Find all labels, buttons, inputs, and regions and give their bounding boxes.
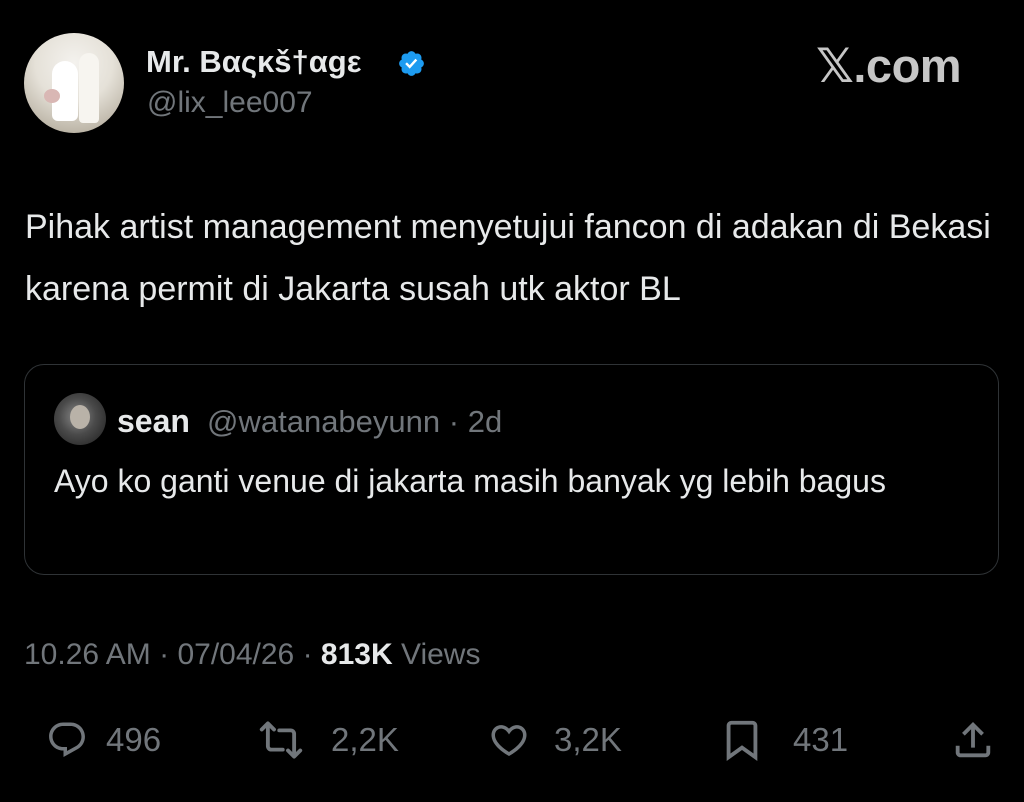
author-avatar[interactable] xyxy=(24,33,124,133)
tweet-meta: 10.26 AM · 07/04/26 · 813K Views xyxy=(24,638,480,672)
quoted-author-handle[interactable]: @watanabeyunn xyxy=(207,404,440,439)
site-watermark: 𝕏.com xyxy=(816,39,962,92)
like-icon xyxy=(491,725,527,757)
views-label: Views xyxy=(400,638,481,671)
tweet-date[interactable]: 07/04/26 xyxy=(177,638,294,671)
share-button[interactable] xyxy=(950,715,996,765)
meta-separator: · xyxy=(448,404,460,439)
repost-count: 2,2K xyxy=(331,721,399,758)
reply-button[interactable]: 496 xyxy=(46,715,161,765)
reply-count: 496 xyxy=(106,721,162,758)
reply-icon xyxy=(49,722,85,757)
bookmark-icon xyxy=(726,720,758,761)
meta-separator: · xyxy=(159,638,170,671)
like-count: 3,2K xyxy=(554,721,622,758)
verified-badge-icon xyxy=(399,51,424,76)
quoted-author-avatar[interactable] xyxy=(54,393,106,445)
repost-button[interactable]: 2,2K xyxy=(251,715,399,765)
bookmark-button[interactable]: 431 xyxy=(719,715,848,765)
bookmark-count: 431 xyxy=(793,721,849,758)
views-count: 813K xyxy=(320,638,393,671)
tweet-text: Pihak artist management menyetujui fanco… xyxy=(25,208,991,308)
quoted-tweet-age: 2d xyxy=(467,404,503,439)
repost-icon xyxy=(259,721,303,759)
like-button[interactable]: 3,2K xyxy=(486,715,622,765)
quoted-author-name[interactable]: sean xyxy=(117,403,190,440)
author-handle[interactable]: @lix_lee007 xyxy=(147,86,313,120)
meta-separator: · xyxy=(302,638,313,671)
tweet-time[interactable]: 10.26 AM xyxy=(24,638,151,671)
author-display-name[interactable]: Mr. Bαςκš†αgε xyxy=(146,44,361,80)
quoted-author-meta: @watanabeyunn · 2d xyxy=(207,404,502,440)
share-icon xyxy=(955,721,991,758)
quoted-tweet-text: Ayo ko ganti venue di jakarta masih bany… xyxy=(54,463,886,499)
